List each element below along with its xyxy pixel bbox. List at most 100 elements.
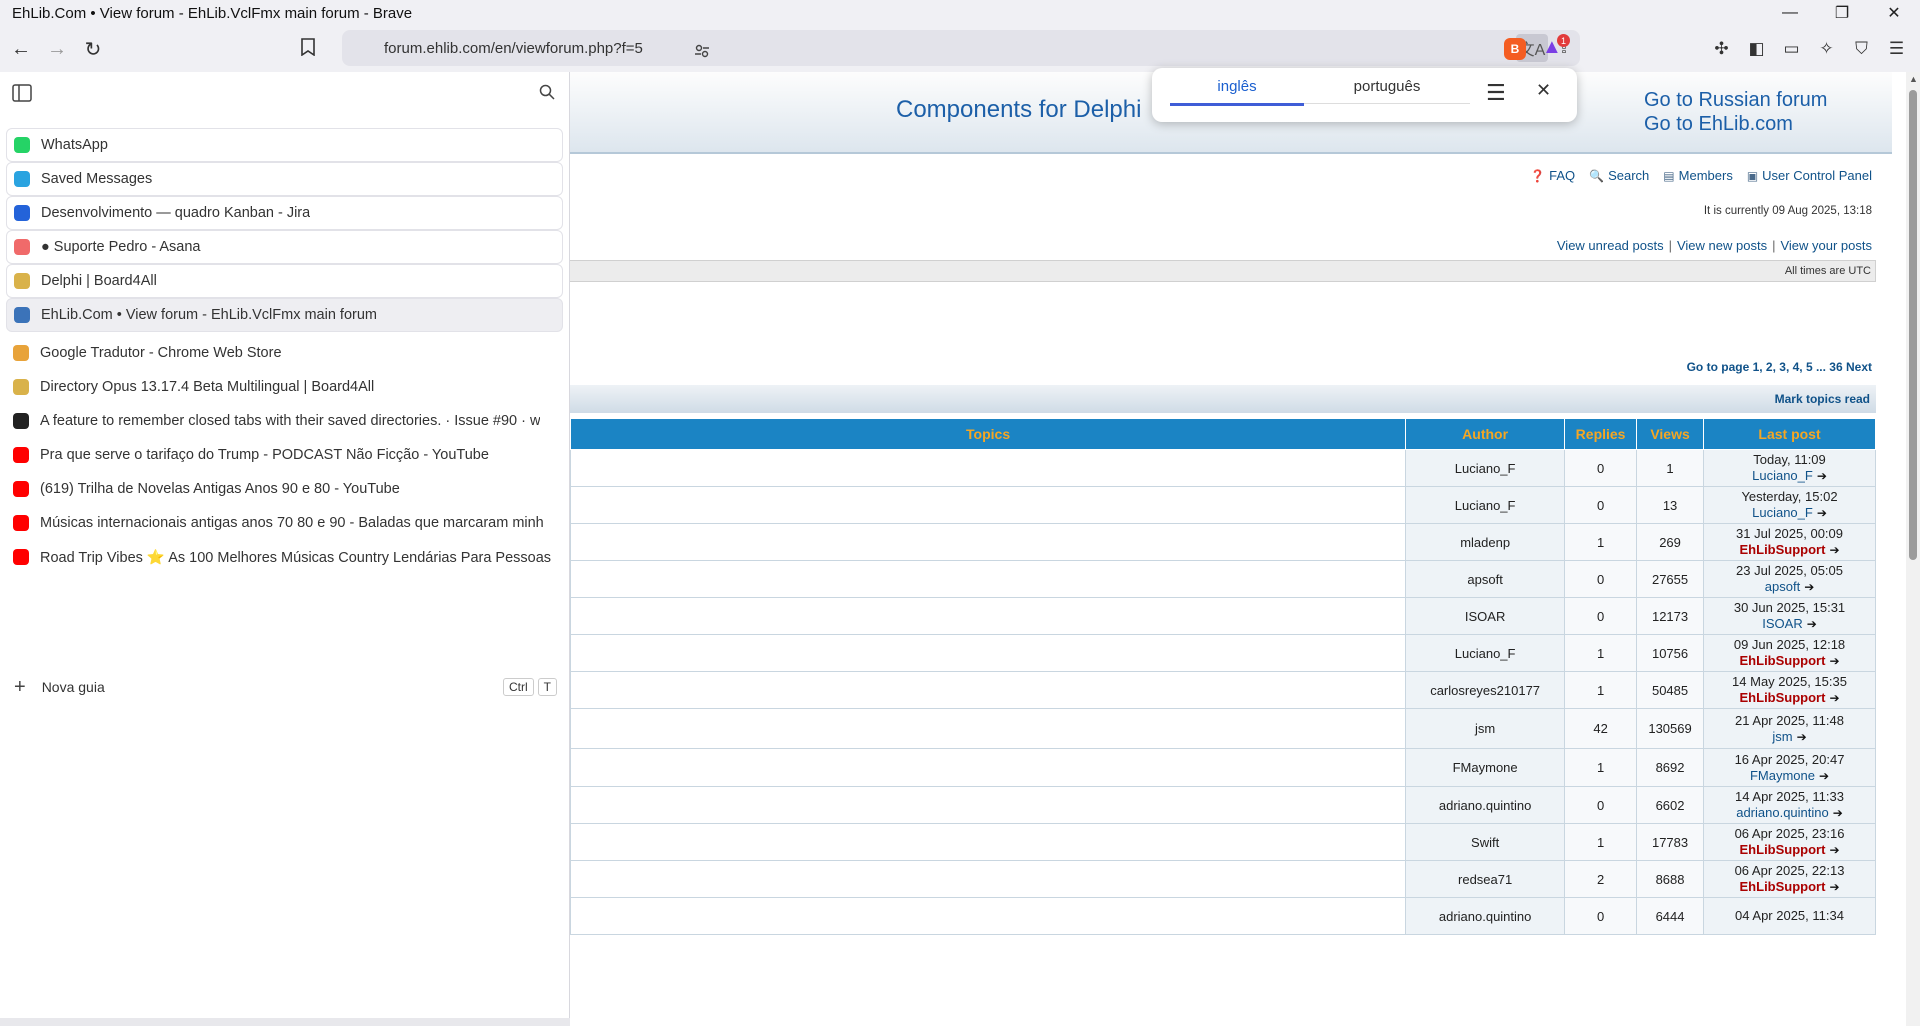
- last-post-user-link[interactable]: adriano.quintino: [1736, 805, 1829, 820]
- ehlib-link[interactable]: Go to EhLib.com: [1644, 112, 1827, 136]
- translate-menu-icon[interactable]: ☰: [1486, 80, 1506, 106]
- author-link[interactable]: carlosreyes210177: [1405, 671, 1566, 709]
- brave-shields-icon[interactable]: B: [1504, 38, 1526, 60]
- topic-cell[interactable]: [570, 860, 1407, 898]
- sidebar-tab[interactable]: WhatsApp: [6, 128, 563, 162]
- wallet-icon[interactable]: ▭: [1774, 34, 1809, 64]
- sidebar-panel-icon[interactable]: ◧: [1739, 34, 1774, 64]
- tab-lang-target[interactable]: português: [1304, 78, 1470, 104]
- scroll-up-icon[interactable]: ▲: [1909, 74, 1918, 84]
- sidebar-tab[interactable]: Pra que serve o tarifaço do Trump - PODC…: [6, 438, 563, 472]
- last-post-user-link[interactable]: EhLibSupport: [1740, 879, 1826, 894]
- minimize-button[interactable]: —: [1764, 0, 1816, 26]
- goto-last-post-icon[interactable]: ➔: [1819, 769, 1829, 783]
- author-link[interactable]: adriano.quintino: [1405, 897, 1566, 935]
- goto-last-post-icon[interactable]: ➔: [1817, 469, 1827, 483]
- author-link[interactable]: ISOAR: [1405, 597, 1566, 635]
- goto-last-post-icon[interactable]: ➔: [1829, 843, 1839, 857]
- author-link[interactable]: FMaymone: [1405, 748, 1566, 787]
- topic-cell[interactable]: [570, 560, 1407, 598]
- bookmark-icon[interactable]: [300, 38, 316, 61]
- russian-forum-link[interactable]: Go to Russian forum: [1644, 88, 1827, 112]
- author-link[interactable]: Swift: [1405, 823, 1566, 861]
- author-link[interactable]: adriano.quintino: [1405, 786, 1566, 824]
- last-post-user-link[interactable]: EhLibSupport: [1740, 690, 1826, 705]
- last-post-user-link[interactable]: Luciano_F: [1752, 468, 1813, 483]
- goto-last-post-icon[interactable]: ➔: [1804, 580, 1814, 594]
- url-text[interactable]: forum.ehlib.com/en/viewforum.php?f=5: [384, 40, 1516, 57]
- forward-button[interactable]: →: [42, 34, 72, 64]
- last-post-user-link[interactable]: EhLibSupport: [1740, 842, 1826, 857]
- topic-cell[interactable]: [570, 786, 1407, 824]
- sidebar-tab[interactable]: (619) Trilha de Novelas Antigas Anos 90 …: [6, 472, 563, 506]
- search-link[interactable]: 🔍 Search: [1589, 168, 1649, 183]
- sidebar-tab[interactable]: Músicas internacionais antigas anos 70 8…: [6, 506, 563, 540]
- search-tabs-icon[interactable]: [539, 84, 555, 105]
- goto-last-post-icon[interactable]: ➔: [1829, 691, 1839, 705]
- new-posts-link[interactable]: View new posts: [1677, 238, 1767, 253]
- sidebar-tab[interactable]: Google Tradutor - Chrome Web Store: [6, 336, 563, 370]
- faq-link[interactable]: ❓ FAQ: [1530, 168, 1575, 183]
- goto-last-post-icon[interactable]: ➔: [1797, 730, 1807, 744]
- goto-last-post-icon[interactable]: ➔: [1833, 806, 1843, 820]
- restore-button[interactable]: ❐: [1816, 0, 1868, 26]
- author-link[interactable]: redsea71: [1405, 860, 1566, 898]
- author-link[interactable]: jsm: [1405, 708, 1566, 749]
- sidebar-tab[interactable]: Delphi | Board4All: [6, 264, 563, 298]
- sidebar-tab[interactable]: Road Trip Vibes ⭐ As 100 Melhores Música…: [6, 540, 563, 574]
- sidebar-tab[interactable]: Desenvolvimento — quadro Kanban - Jira: [6, 196, 563, 230]
- goto-last-post-icon[interactable]: ➔: [1829, 654, 1839, 668]
- topic-cell[interactable]: [570, 634, 1407, 672]
- goto-last-post-icon[interactable]: ➔: [1829, 880, 1839, 894]
- sidebar-tab[interactable]: A feature to remember closed tabs with t…: [6, 404, 563, 438]
- scrollbar-thumb[interactable]: [1909, 90, 1917, 560]
- reload-button[interactable]: ↻: [78, 34, 108, 64]
- sidebar-tab[interactable]: Directory Opus 13.17.4 Beta Multilingual…: [6, 370, 563, 404]
- last-post-user-link[interactable]: apsoft: [1765, 579, 1800, 594]
- page-scrollbar[interactable]: ▲: [1906, 72, 1920, 1026]
- sidebar-toggle-icon[interactable]: [12, 84, 32, 107]
- close-window-button[interactable]: ✕: [1868, 0, 1920, 26]
- goto-last-post-icon[interactable]: ➔: [1817, 506, 1827, 520]
- last-post-user-link[interactable]: Luciano_F: [1752, 505, 1813, 520]
- author-link[interactable]: Luciano_F: [1405, 486, 1566, 524]
- topic-cell[interactable]: [570, 897, 1407, 935]
- back-button[interactable]: ←: [6, 34, 36, 64]
- topic-cell[interactable]: [570, 748, 1407, 787]
- last-post-user-link[interactable]: ISOAR: [1762, 616, 1802, 631]
- topic-cell[interactable]: [570, 523, 1407, 561]
- topic-cell[interactable]: [570, 449, 1407, 487]
- topic-cell[interactable]: [570, 486, 1407, 524]
- vpn-icon[interactable]: ⛉: [1844, 34, 1879, 64]
- translate-close-icon[interactable]: ✕: [1536, 80, 1551, 101]
- site-settings-icon[interactable]: [694, 43, 710, 62]
- author-link[interactable]: Luciano_F: [1405, 449, 1566, 487]
- leo-ai-icon[interactable]: ✧: [1809, 34, 1844, 64]
- last-post-user-link[interactable]: jsm: [1772, 729, 1792, 744]
- goto-last-post-icon[interactable]: ➔: [1829, 543, 1839, 557]
- last-post-user-link[interactable]: FMaymone: [1750, 768, 1815, 783]
- sidebar-tab[interactable]: ● Suporte Pedro - Asana: [6, 230, 563, 264]
- topic-cell[interactable]: [570, 823, 1407, 861]
- address-bar[interactable]: forum.ehlib.com/en/viewforum.php?f=5 文A …: [342, 30, 1580, 66]
- goto-last-post-icon[interactable]: ➔: [1807, 617, 1817, 631]
- topic-cell[interactable]: [570, 597, 1407, 635]
- tab-lang-source[interactable]: inglês: [1170, 78, 1304, 106]
- your-posts-link[interactable]: View your posts: [1780, 238, 1872, 253]
- new-tab-button[interactable]: + Nova guia Ctrl T: [14, 672, 557, 702]
- topic-cell[interactable]: [570, 671, 1407, 709]
- extensions-icon[interactable]: ✣: [1704, 34, 1739, 64]
- last-post-user-link[interactable]: EhLibSupport: [1740, 542, 1826, 557]
- unread-posts-link[interactable]: View unread posts: [1557, 238, 1664, 253]
- forum-title[interactable]: Components for Delphi: [896, 96, 1141, 124]
- sidebar-tab[interactable]: Saved Messages: [6, 162, 563, 196]
- author-link[interactable]: apsoft: [1405, 560, 1566, 598]
- ucp-link[interactable]: ▣ User Control Panel: [1747, 168, 1872, 183]
- mark-topics-read-link[interactable]: Mark topics read: [570, 385, 1876, 413]
- author-link[interactable]: Luciano_F: [1405, 634, 1566, 672]
- author-link[interactable]: mladenp: [1405, 523, 1566, 561]
- members-link[interactable]: ▤ Members: [1663, 168, 1733, 183]
- sidebar-tab[interactable]: EhLib.Com • View forum - EhLib.VclFmx ma…: [6, 298, 563, 332]
- topic-cell[interactable]: [570, 708, 1407, 749]
- pagination[interactable]: Go to page 1, 2, 3, 4, 5 ... 36 Next: [1687, 360, 1872, 374]
